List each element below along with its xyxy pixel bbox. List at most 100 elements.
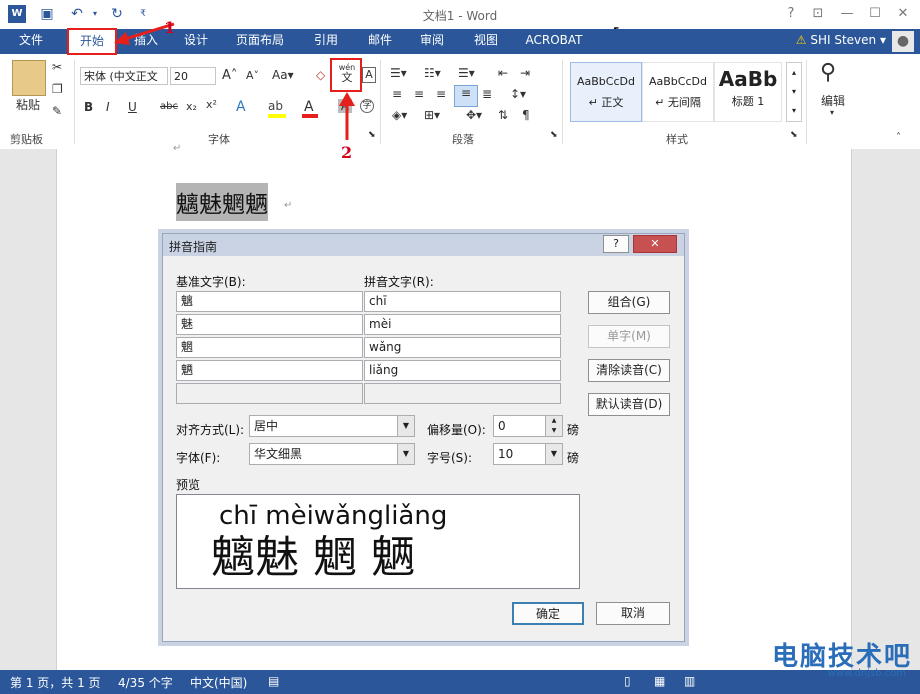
font-dialog-launcher-icon[interactable]: ⬊ [368, 130, 376, 140]
styles-scroll-buttons[interactable]: ▴ ▾ ▾ [786, 62, 802, 122]
copy-icon[interactable]: ❐ [52, 82, 63, 96]
ribbon-display-button[interactable]: ⊡ [805, 4, 831, 24]
paste-label[interactable]: 粘贴 [8, 96, 48, 113]
decrease-indent-icon[interactable]: ⇤ [498, 66, 508, 80]
multilevel-list-icon[interactable]: ☰▾ [458, 66, 475, 80]
tab-file[interactable]: 文件 [0, 29, 62, 54]
format-painter-icon[interactable]: ✎ [52, 104, 62, 118]
increase-indent-icon[interactable]: ⇥ [520, 66, 530, 80]
shrink-font-icon[interactable]: A˅ [246, 69, 259, 82]
editing-label[interactable]: 编辑 [818, 92, 848, 109]
borders-icon[interactable]: ⊞▾ [424, 108, 440, 122]
collapse-ribbon-icon[interactable]: ˄ [896, 132, 901, 143]
minimize-button[interactable]: — [834, 4, 860, 24]
font-name-combo[interactable]: 宋体 (中文正文 [80, 67, 168, 85]
base-text-cell[interactable]: 魑 [176, 291, 363, 312]
ruby-text-cell[interactable]: wǎng [364, 337, 561, 358]
font-color-icon[interactable]: A [304, 99, 314, 115]
page-count[interactable]: 第 1 页，共 1 页 [10, 674, 101, 691]
dialog-title-bar[interactable]: 拼音指南 ? ✕ [163, 234, 684, 256]
base-text-cell[interactable]: 魅 [176, 314, 363, 335]
help-button[interactable]: ? [778, 4, 804, 24]
macro-icon[interactable]: ▤ [268, 674, 279, 688]
group-button[interactable]: 组合(G) [588, 291, 670, 314]
language[interactable]: 中文(中国) [190, 674, 247, 691]
strikethrough-icon[interactable]: abc [160, 101, 178, 112]
cut-icon[interactable]: ✂ [52, 60, 62, 74]
style-heading-1[interactable]: AaBb 标题 1 [714, 62, 782, 122]
undo-dropdown-icon[interactable]: ▾ [86, 5, 104, 23]
find-binoculars-icon[interactable]: ⚲ [820, 60, 836, 85]
line-spacing-icon[interactable]: ↕▾ [510, 87, 526, 101]
user-account[interactable]: ⚠ SHI Steven ▾ [796, 29, 886, 54]
superscript-icon[interactable]: x² [206, 98, 217, 111]
warning-icon: ⚠ [795, 33, 807, 47]
paste-icon[interactable] [12, 60, 46, 96]
distribute-icon[interactable]: ≣ [482, 87, 492, 101]
dialog-help-button[interactable]: ? [603, 235, 629, 253]
base-text-cell[interactable]: 魉 [176, 360, 363, 381]
base-text-cell[interactable]: 魍 [176, 337, 363, 358]
enclose-char-icon[interactable]: 字 [360, 99, 374, 113]
tab-review[interactable]: 审阅 [412, 29, 452, 54]
tab-mailings[interactable]: 邮件 [360, 29, 400, 54]
selected-document-text[interactable]: 魑魅魍魉 [176, 183, 268, 221]
justify-icon[interactable]: ≡ [454, 85, 478, 107]
align-right-icon[interactable]: ≡ [436, 87, 446, 101]
read-mode-icon[interactable]: ▯ [624, 674, 631, 688]
editing-dropdown-icon[interactable]: ▾ [830, 108, 834, 117]
sort-icon[interactable]: ⇅ [498, 108, 508, 122]
grow-font-icon[interactable]: A˄ [222, 68, 237, 83]
size-select[interactable]: 10 ▼ [493, 443, 563, 465]
styles-dialog-launcher-icon[interactable]: ⬊ [790, 130, 798, 140]
clear-formatting-icon[interactable]: ◇ [316, 68, 325, 82]
maximize-button[interactable]: ☐ [862, 4, 888, 24]
ruby-text-cell[interactable]: liǎng [364, 360, 561, 381]
ruby-text-cell[interactable]: mèi [364, 314, 561, 335]
offset-unit: 磅 [567, 423, 580, 437]
bold-icon[interactable]: B [84, 100, 93, 114]
tab-view[interactable]: 视图 [466, 29, 506, 54]
print-layout-icon[interactable]: ▦ [654, 674, 665, 688]
undo-icon[interactable]: ↶ [68, 5, 86, 23]
font-size-combo[interactable]: 20 [170, 67, 216, 85]
bullets-icon[interactable]: ☰▾ [390, 66, 407, 80]
tab-layout[interactable]: 页面布局 [228, 29, 292, 54]
font-select[interactable]: 华文细黑 ▼ [249, 443, 415, 465]
dialog-close-button[interactable]: ✕ [633, 235, 677, 253]
avatar[interactable]: ● [892, 31, 914, 52]
ruby-text-cell[interactable]: chī [364, 291, 561, 312]
change-case-icon[interactable]: Aa▾ [272, 68, 294, 82]
shading-icon[interactable]: ◈▾ [392, 108, 407, 122]
single-button[interactable]: 单字(M) [588, 325, 670, 348]
text-effects-icon[interactable]: A [236, 99, 246, 115]
tab-references[interactable]: 引用 [306, 29, 346, 54]
numbering-icon[interactable]: ☷▾ [424, 66, 441, 80]
ok-button[interactable]: 确定 [512, 602, 584, 625]
paragraph-dialog-launcher-icon[interactable]: ⬊ [550, 130, 558, 140]
tab-acrobat[interactable]: ACROBAT [520, 29, 588, 54]
highlight-icon[interactable]: ab [268, 99, 283, 113]
save-icon[interactable]: ▣ [38, 5, 56, 23]
underline-icon[interactable]: U [128, 100, 137, 114]
subscript-icon[interactable]: x₂ [186, 100, 197, 113]
style-no-spacing[interactable]: AaBbCcDd ↵ 无间隔 [642, 62, 714, 122]
align-left-icon[interactable]: ≡ [392, 87, 402, 101]
offset-spinner[interactable]: 0 ▲ ▼ [493, 415, 563, 437]
tab-design[interactable]: 设计 [176, 29, 216, 54]
show-marks-icon[interactable]: ¶ [522, 108, 530, 122]
watermark-url: www.dnjsb.com [827, 668, 906, 679]
clear-reading-button[interactable]: 清除读音(C) [588, 359, 670, 382]
asian-layout-icon[interactable]: ✥▾ [466, 108, 482, 122]
style-normal[interactable]: AaBbCcDd ↵ 正文 [570, 62, 642, 122]
close-button[interactable]: ✕ [890, 4, 916, 24]
italic-icon[interactable]: I [106, 100, 110, 114]
spinner-arrows-icon[interactable]: ▲ ▼ [545, 416, 562, 436]
cancel-button[interactable]: 取消 [596, 602, 670, 625]
web-layout-icon[interactable]: ▥ [684, 674, 695, 688]
word-count[interactable]: 4/35 个字 [118, 674, 173, 691]
alignment-select[interactable]: 居中 ▼ [249, 415, 415, 437]
character-border-icon[interactable]: A [362, 67, 376, 83]
default-reading-button[interactable]: 默认读音(D) [588, 393, 670, 416]
align-center-icon[interactable]: ≡ [414, 87, 424, 101]
